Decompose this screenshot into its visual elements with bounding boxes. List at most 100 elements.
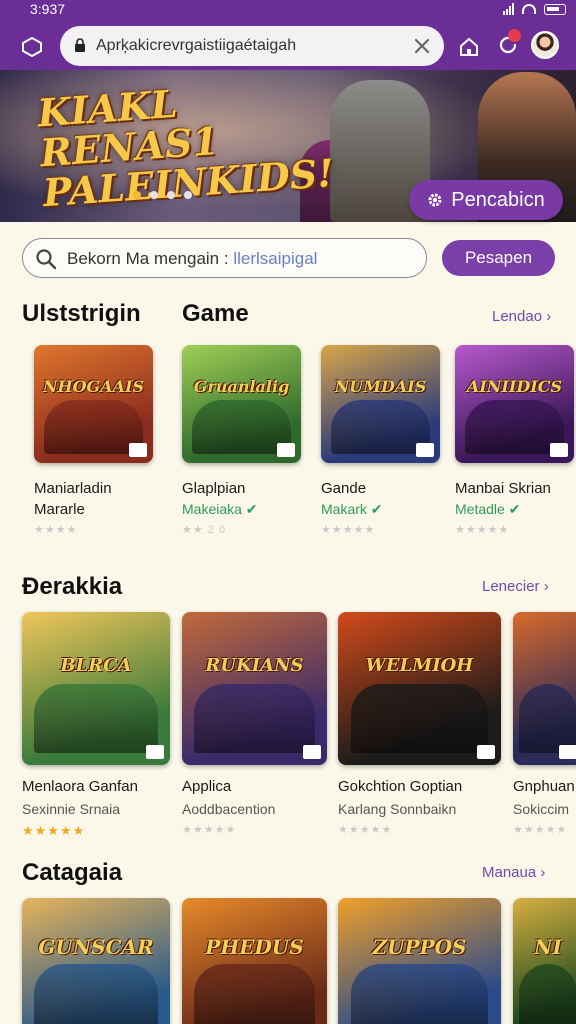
developer-label: Aoddbacention: [182, 801, 276, 817]
rating-stars: ★★★★: [34, 524, 78, 536]
rating-stars: ★★ 2 0: [182, 524, 227, 536]
section-title: Ulststrigin: [22, 300, 141, 327]
game-card-developer: Metadle ✔: [455, 501, 520, 518]
game-card-image[interactable]: RUKIANS: [182, 612, 327, 765]
age-rating-badge: [559, 745, 576, 759]
rating-stars: ★★★★★: [22, 823, 86, 838]
age-rating-badge: [129, 443, 147, 457]
verified-check-icon: ✔: [504, 501, 521, 517]
age-rating-badge: [303, 745, 321, 759]
game-card-image[interactable]: BLRCA: [22, 612, 170, 765]
game-card-image[interactable]: ZUPPOS: [338, 898, 501, 1024]
section-title: Game: [182, 300, 249, 327]
developer-label: Karlang Sonnbaikn: [338, 801, 457, 817]
game-card-name-line2: Mararle: [34, 501, 85, 518]
age-rating-badge: [277, 443, 295, 457]
see-more-link[interactable]: Lendao ›: [492, 308, 551, 325]
game-card-art-title: WELMIOH: [365, 655, 474, 677]
game-card-art-title: AINIIDICS: [466, 376, 563, 396]
age-rating-badge: [416, 443, 434, 457]
game-card-developer: Karlang Sonnbaikn: [338, 801, 456, 817]
battery-icon: [544, 3, 566, 15]
see-more-label: Manaua: [482, 864, 537, 881]
see-more-link[interactable]: Manaua ›: [482, 864, 545, 881]
game-card-name[interactable]: Gnphuan: [513, 778, 575, 795]
signal-icon: [503, 3, 514, 15]
hero-action-label: Pencabicn: [451, 188, 545, 211]
game-card-image[interactable]: NUMDAIS: [321, 345, 440, 463]
search-text[interactable]: Bekorn Ma mengain : llerlsaipigal: [67, 249, 317, 269]
developer-label: Makeiaka: [182, 501, 242, 517]
hero-action-button[interactable]: Pencabicn: [409, 180, 563, 220]
rating-stars: ★★★★★: [321, 524, 376, 536]
see-more-label: Lenecier: [482, 578, 540, 595]
game-card-image[interactable]: AINIIDICS: [455, 345, 574, 463]
search-icon: [36, 249, 57, 270]
status-time: 3:937: [30, 1, 66, 17]
lock-icon: [75, 38, 85, 52]
home-icon[interactable]: [458, 36, 480, 58]
game-card-developer: Makark ✔: [321, 501, 383, 518]
carousel-dot[interactable]: [133, 191, 141, 199]
game-card-name[interactable]: Gande: [321, 480, 366, 497]
game-card-art-title: NI: [534, 935, 562, 959]
verified-check-icon: ✔: [366, 501, 383, 517]
game-card-characters: [518, 683, 576, 753]
game-card-art-title: ZUPPOS: [372, 935, 467, 959]
rating-stars: ★★★★★: [455, 524, 510, 536]
game-card-art-title: BLRCA: [60, 655, 132, 677]
game-card-name[interactable]: Maniarladin: [34, 480, 112, 497]
developer-label: Metadle: [455, 501, 505, 517]
age-rating-badge: [550, 443, 568, 457]
url-text[interactable]: Aprķakicrevrgaistiigaétaigah: [96, 37, 296, 55]
carousel-dot[interactable]: [184, 191, 192, 199]
game-card-name[interactable]: Menlaora Ganfan: [22, 778, 138, 795]
age-rating-badge: [146, 745, 164, 759]
game-card-image[interactable]: PHEDUS: [182, 898, 327, 1024]
carousel-dot[interactable]: [150, 191, 158, 199]
age-rating-badge: [477, 745, 495, 759]
browser-topbar: 3:937 Aprķakicrevrgaistiigaétaigah: [0, 0, 576, 70]
carousel-dot[interactable]: [167, 191, 175, 199]
game-card-name[interactable]: Manbai Skrian: [455, 480, 551, 497]
game-card-name[interactable]: Applica: [182, 778, 231, 795]
game-card-image[interactable]: GUNSCAR: [22, 898, 170, 1024]
rating-stars: ★★★★★: [338, 824, 393, 836]
notification-badge: [508, 29, 521, 42]
game-card-art-title: NHOGAAIS: [42, 376, 145, 396]
game-card-art-title: GUNSCAR: [38, 935, 154, 959]
verified-check-icon: ✔: [241, 501, 258, 517]
game-card-image[interactable]: NHOGAAIS: [34, 345, 153, 463]
game-card-image[interactable]: NI: [513, 898, 576, 1024]
game-card-developer: Sokiccim: [513, 801, 569, 817]
game-card-name[interactable]: Gokchtion Goptian: [338, 778, 462, 795]
close-icon[interactable]: [412, 36, 432, 56]
status-icons: [503, 3, 566, 15]
url-bar[interactable]: Aprķakicrevrgaistiigaétaigah: [60, 26, 444, 66]
carousel-dots[interactable]: [133, 191, 192, 199]
search-placeholder: llerlsaipigal: [233, 249, 318, 268]
wifi-icon: [522, 4, 536, 14]
developer-label: Sokiccim: [513, 801, 570, 817]
search-query: Bekorn Ma mengain :: [67, 249, 229, 268]
see-more-link[interactable]: Lenecier ›: [482, 578, 549, 595]
game-card-image[interactable]: WELMIOH: [338, 612, 501, 765]
game-card-developer: Sexinnie Srnaia: [22, 801, 120, 817]
gear-icon: [428, 193, 442, 207]
game-card-image[interactable]: [513, 612, 576, 765]
developer-label: Sexinnie Srnaia: [22, 801, 121, 817]
section-title: Catagaia: [22, 859, 123, 886]
game-card-name[interactable]: Glaplpian: [182, 480, 245, 497]
rating-stars: ★★★★★: [513, 824, 568, 836]
search-input[interactable]: Bekorn Ma mengain : llerlsaipigal: [22, 238, 427, 278]
game-card-art-title: Gruanlalig: [193, 376, 290, 396]
shield-home-icon[interactable]: [21, 36, 43, 58]
game-card-developer: Aoddbacention: [182, 801, 275, 817]
developer-label: Makark: [321, 501, 367, 517]
game-card-image[interactable]: Gruanlalig: [182, 345, 301, 463]
rating-stars: ★★★★★: [182, 824, 237, 836]
game-card-art-title: PHEDUS: [205, 935, 304, 959]
avatar[interactable]: [531, 31, 559, 59]
game-card-art-title: NUMDAIS: [334, 376, 427, 396]
search-button[interactable]: Pesapen: [442, 240, 555, 276]
